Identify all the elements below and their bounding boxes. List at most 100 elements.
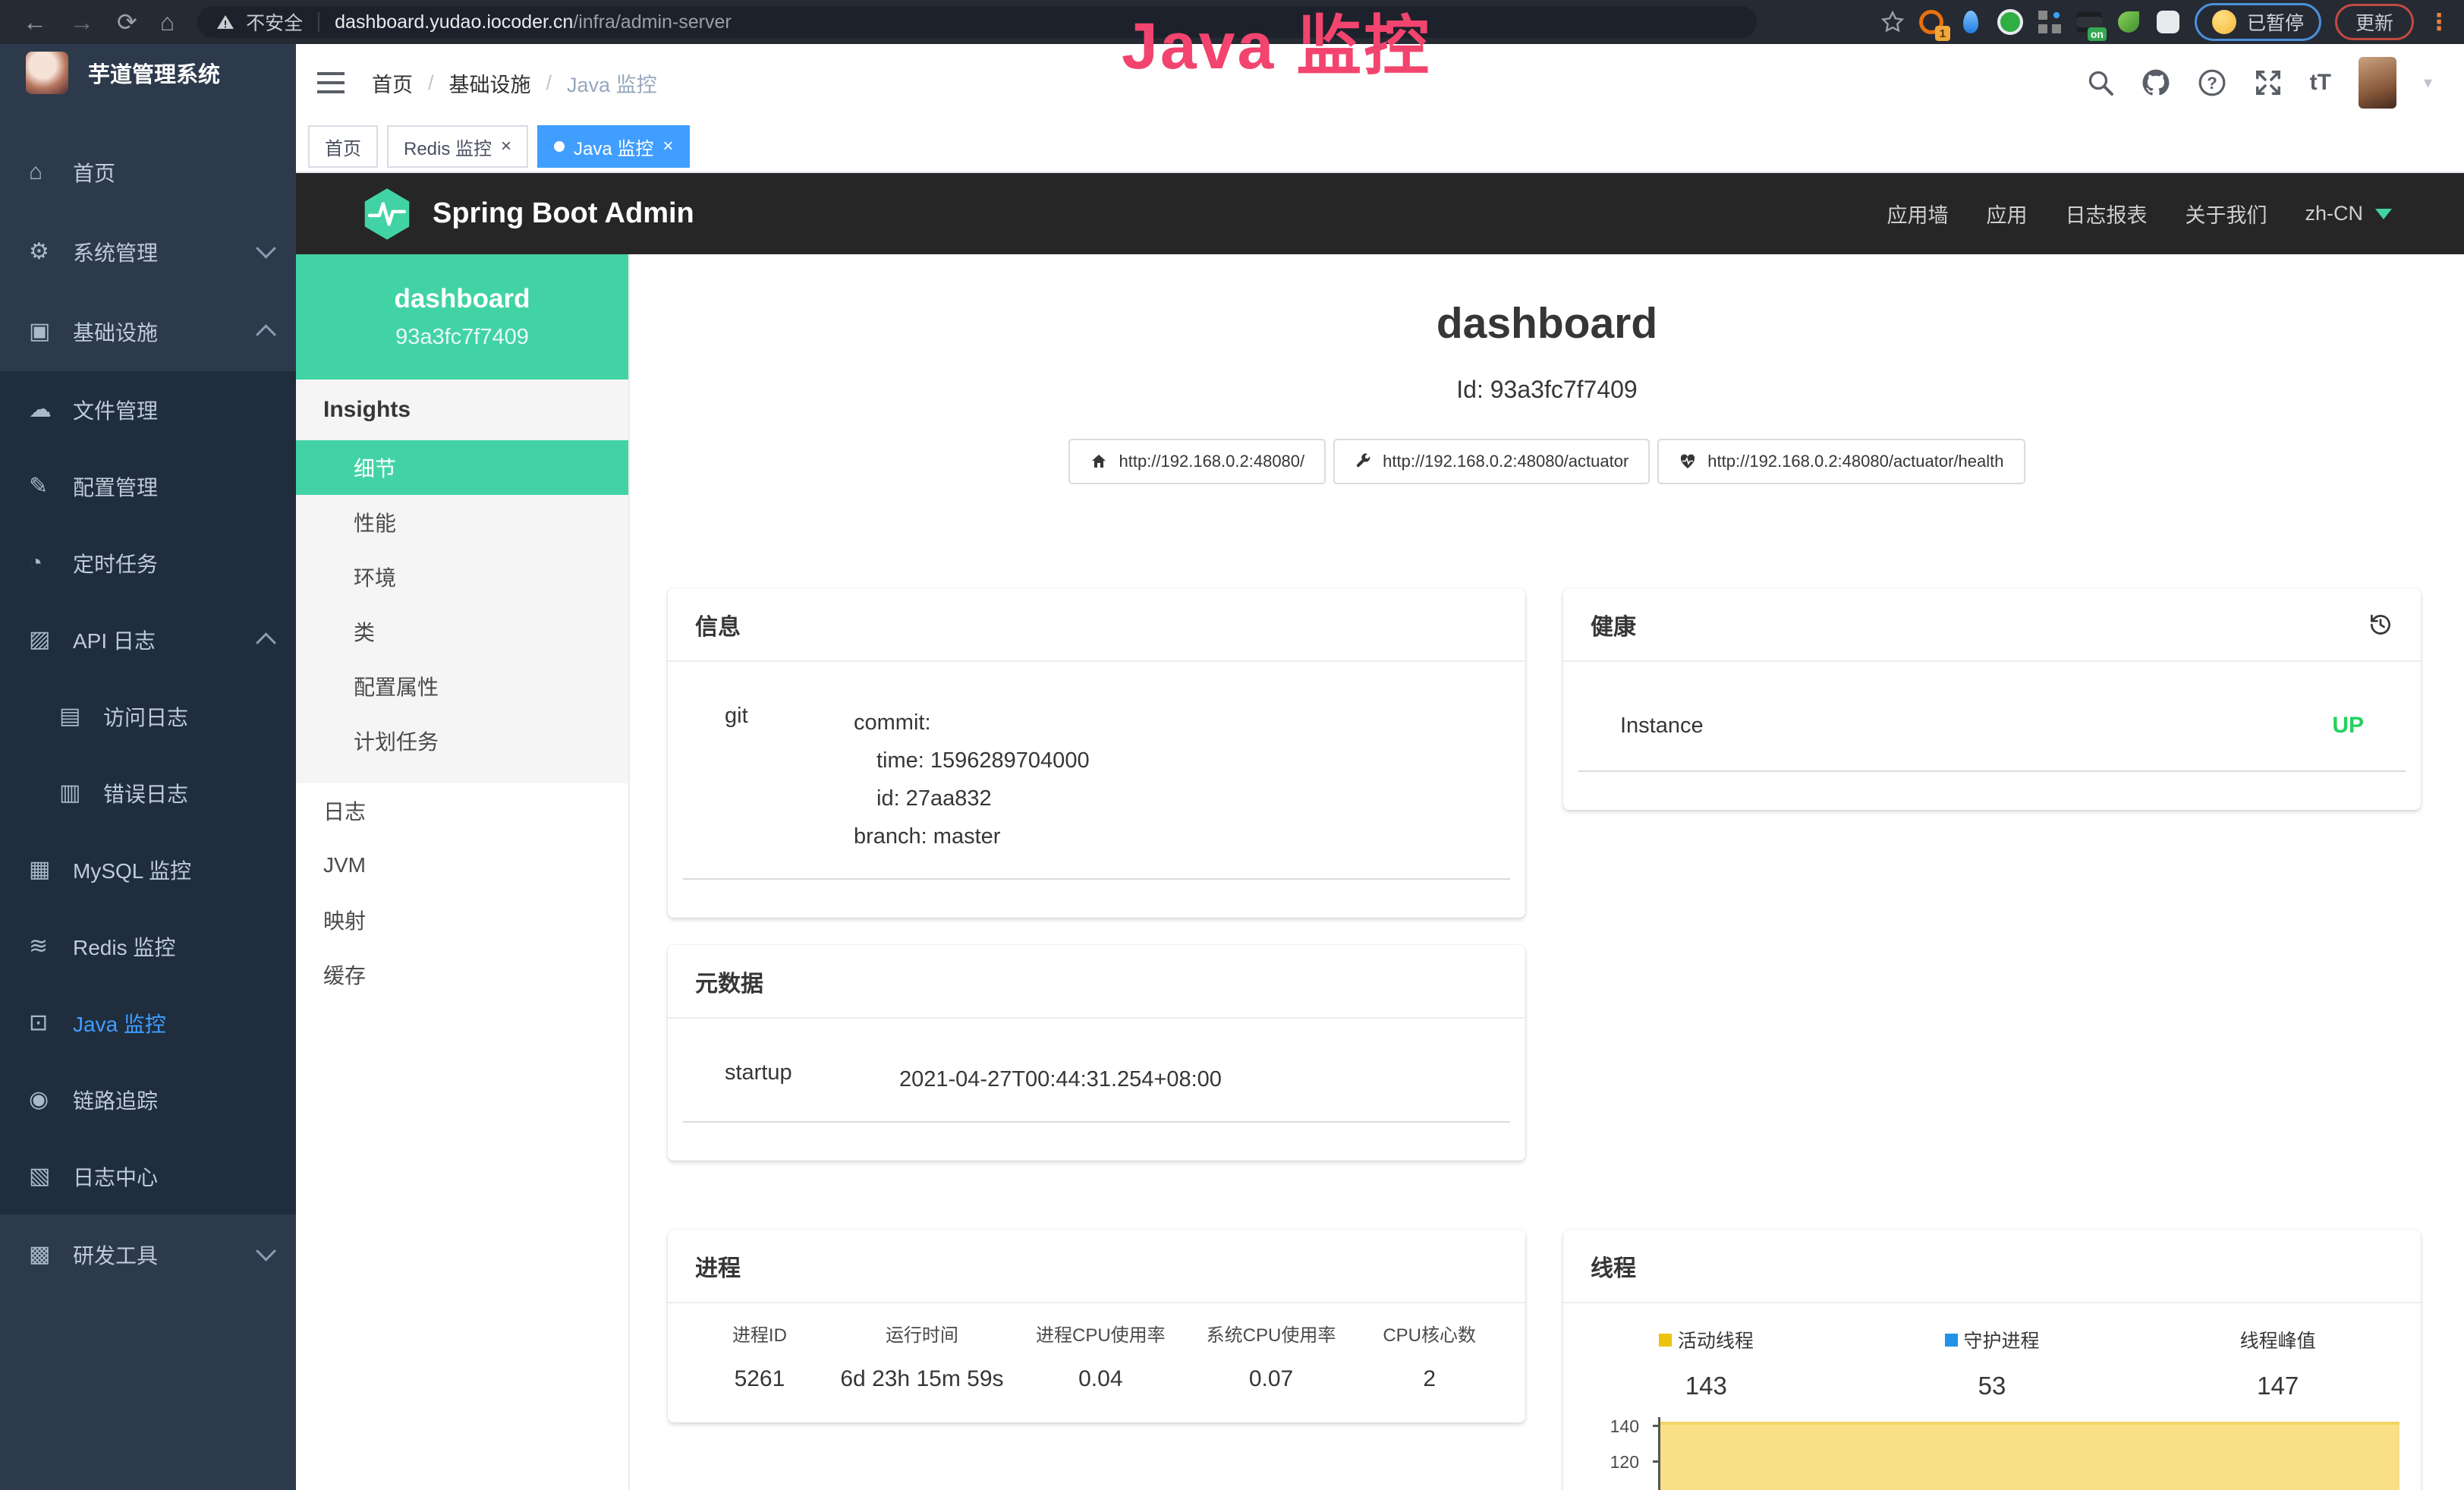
address-divider: [318, 12, 319, 32]
actuator-url-chip[interactable]: http://192.168.0.2:48080/actuator: [1333, 439, 1650, 484]
extension-puzzle-icon[interactable]: [2155, 9, 2181, 35]
sba-item-classes[interactable]: 类: [296, 604, 628, 659]
browser-home-icon[interactable]: ⌂: [160, 10, 175, 34]
extension-grid-icon[interactable]: [2037, 9, 2063, 35]
collapse-menu-icon[interactable]: [317, 71, 345, 95]
app-logo-row[interactable]: 芋道管理系统: [0, 44, 296, 102]
breadcrumb-section[interactable]: 基础设施: [449, 68, 531, 98]
sba-item-scheduled-tasks[interactable]: 计划任务: [296, 713, 628, 768]
tab-close-icon[interactable]: ×: [501, 137, 511, 156]
breadcrumb-home[interactable]: 首页: [372, 68, 413, 98]
sba-item-details[interactable]: 细节: [296, 440, 628, 495]
sba-app-header[interactable]: dashboard 93a3fc7f7409: [296, 254, 628, 380]
sba-nav-about[interactable]: 关于我们: [2185, 199, 2267, 228]
threads-legend: 活动线程 143 守护进程 53 线程峰值: [1563, 1303, 2421, 1400]
sba-navbar: Spring Boot Admin 应用墙 应用 日志报表 关于我们 zh-CN: [296, 173, 2464, 254]
col-header: 系统CPU使用率: [1186, 1320, 1357, 1347]
browser-forward-icon[interactable]: →: [70, 10, 94, 34]
browser-back-icon[interactable]: ←: [23, 10, 47, 34]
sidebar-item-cron-jobs[interactable]: ◔ 定时任务: [0, 524, 296, 601]
sba-nav-journal[interactable]: 日志报表: [2065, 199, 2147, 228]
sba-nav-applications[interactable]: 应用: [1986, 199, 2027, 228]
java-monitor-icon: ⊡: [29, 1010, 64, 1036]
tab-redis-monitor[interactable]: Redis 监控 ×: [387, 125, 528, 168]
sba-brand[interactable]: Spring Boot Admin: [363, 187, 694, 241]
sidebar-item-log-center[interactable]: ▧ 日志中心: [0, 1138, 296, 1214]
sidebar-item-error-log[interactable]: ▥ 错误日志: [0, 754, 296, 831]
service-url-chip[interactable]: http://192.168.0.2:48080/: [1068, 439, 1326, 484]
access-log-icon: ▤: [59, 703, 94, 729]
url-host[interactable]: dashboard.yudao.iocoder.cn: [335, 11, 573, 33]
sidebar-item-trace[interactable]: ◉ 链路追踪: [0, 1061, 296, 1138]
sidebar-item-access-log[interactable]: ▤ 访问日志: [0, 678, 296, 754]
address-bar[interactable]: 不安全 dashboard.yudao.iocoder.cn /infra/ad…: [197, 6, 1757, 38]
sba-item-logs[interactable]: 日志: [296, 783, 628, 838]
metadata-value: 2021-04-27T00:44:31.254+08:00: [899, 1060, 1222, 1098]
sba-item-mappings[interactable]: 映射: [296, 893, 628, 947]
cloud-upload-icon: ☁: [29, 396, 64, 423]
edit-icon: ✎: [29, 473, 64, 499]
extension-leaf-icon[interactable]: [2116, 9, 2141, 35]
redis-icon: ≋: [29, 933, 64, 959]
security-label[interactable]: 不安全: [246, 8, 303, 36]
bookmark-star-icon[interactable]: [1880, 10, 1905, 34]
sidebar-item-redis-monitor[interactable]: ≋ Redis 监控: [0, 908, 296, 984]
col-value: 0.04: [1015, 1366, 1186, 1392]
topbar-tools: ? tT ▾: [2087, 57, 2432, 109]
sba-nav-wall[interactable]: 应用墙: [1887, 199, 1948, 228]
tab-close-icon[interactable]: ×: [662, 137, 673, 156]
dev-tools-icon: ▩: [29, 1241, 64, 1268]
sidebar-item-api-log[interactable]: ▨ API 日志: [0, 601, 296, 678]
sba-item-jvm[interactable]: JVM: [296, 838, 628, 893]
col-header: 运行时间: [829, 1320, 1015, 1347]
sidebar-item-mysql-monitor[interactable]: ▦ MySQL 监控: [0, 831, 296, 908]
tab-home[interactable]: 首页: [308, 125, 378, 168]
actuator-url: http://192.168.0.2:48080/actuator: [1383, 452, 1629, 471]
sidebar-item-home[interactable]: ⌂ 首页: [0, 132, 296, 212]
help-icon[interactable]: ?: [2198, 68, 2226, 97]
extension-on-badge: on: [2088, 27, 2107, 41]
home-icon: [1090, 452, 1108, 471]
sba-item-environment[interactable]: 环境: [296, 550, 628, 604]
history-icon[interactable]: [2368, 612, 2393, 638]
health-url-chip[interactable]: http://192.168.0.2:48080/actuator/health: [1657, 439, 2025, 484]
browser-menu-icon[interactable]: ⋮: [2428, 9, 2450, 36]
sidebar-item-label: 错误日志: [103, 778, 273, 808]
annotation-text: Java 监控: [1122, 0, 1431, 87]
extension-pin-icon[interactable]: [1958, 9, 1984, 35]
sidebar-item-system[interactable]: ⚙ 系统管理: [0, 212, 296, 291]
app-logo-icon: [26, 52, 68, 94]
legend-value: 53: [1978, 1372, 2006, 1400]
sba-app-id: 93a3fc7f7409: [395, 325, 529, 350]
sidebar-item-label: 链路追踪: [73, 1085, 273, 1115]
text-size-icon[interactable]: tT: [2310, 70, 2331, 96]
legend-value: 147: [2257, 1372, 2299, 1400]
tab-label: Java 监控: [574, 134, 653, 160]
info-card: 信息 git commit: time: 1596289704000 id: 2…: [668, 588, 1525, 918]
paused-badge[interactable]: 已暂停: [2195, 3, 2321, 41]
avatar-caret-icon[interactable]: ▾: [2424, 73, 2432, 93]
extension-on-icon[interactable]: on: [2076, 9, 2102, 35]
extension-green-icon[interactable]: [1997, 9, 2023, 35]
sidebar-item-label: 日志中心: [73, 1161, 273, 1192]
sidebar-item-dev-tools[interactable]: ▩ 研发工具: [0, 1214, 296, 1294]
browser-reload-icon[interactable]: ⟳: [117, 10, 137, 34]
sba-item-label: 映射: [323, 905, 366, 935]
extension-colorzilla-icon[interactable]: 1: [1918, 9, 1944, 35]
url-path[interactable]: /infra/admin-server: [573, 11, 731, 33]
sidebar-item-infrastructure[interactable]: ▣ 基础设施: [0, 291, 296, 371]
sba-item-metrics[interactable]: 性能: [296, 495, 628, 550]
sidebar-item-config-manage[interactable]: ✎ 配置管理: [0, 448, 296, 524]
sidebar-item-java-monitor[interactable]: ⊡ Java 监控: [0, 984, 296, 1061]
sba-item-config-props[interactable]: 配置属性: [296, 659, 628, 713]
sidebar-item-file-manage[interactable]: ☁ 文件管理: [0, 371, 296, 448]
search-icon[interactable]: [2087, 69, 2114, 96]
sba-item-caches[interactable]: 缓存: [296, 947, 628, 1002]
tab-java-monitor[interactable]: Java 监控 ×: [537, 125, 690, 168]
sba-language-select[interactable]: zh-CN: [2305, 202, 2392, 225]
user-avatar[interactable]: [2359, 57, 2396, 109]
github-icon[interactable]: [2141, 68, 2170, 97]
update-button[interactable]: 更新: [2335, 4, 2414, 40]
mysql-icon: ▦: [29, 856, 64, 883]
fullscreen-icon[interactable]: [2254, 68, 2283, 97]
